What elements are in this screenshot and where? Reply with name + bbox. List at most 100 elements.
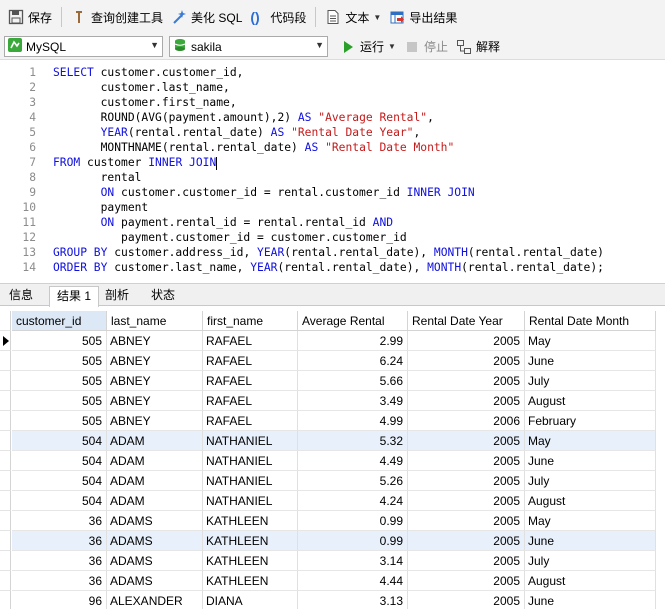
sql-editor[interactable]: 1 SELECT customer.customer_id, 2 customer.… bbox=[0, 60, 665, 282]
row-indicator[interactable] bbox=[0, 471, 11, 491]
col-average-rental-cell[interactable]: 5.66 bbox=[298, 371, 408, 391]
col-rental-date-year-cell[interactable]: 2005 bbox=[408, 451, 525, 471]
col-last-name-cell[interactable]: ADAMS bbox=[107, 531, 203, 551]
col-last-name-cell[interactable]: ABNEY bbox=[107, 391, 203, 411]
dropdown-caret-icon[interactable]: ▼ bbox=[388, 42, 396, 51]
query-builder-button[interactable]: 查询创建工具 bbox=[67, 5, 167, 29]
col-rental-date-year-cell[interactable]: 2005 bbox=[408, 491, 525, 511]
col-customer-id-cell[interactable]: 505 bbox=[12, 351, 107, 371]
col-first-name-cell[interactable]: RAFAEL bbox=[203, 351, 298, 371]
col-first-name-cell[interactable]: RAFAEL bbox=[203, 371, 298, 391]
col-rental-date-year-cell[interactable]: 2005 bbox=[408, 471, 525, 491]
col-rental-date-year-cell[interactable]: 2005 bbox=[408, 511, 525, 531]
col-rental-date-year-cell[interactable]: 2005 bbox=[408, 371, 525, 391]
col-first-name-cell[interactable]: DIANA bbox=[203, 591, 298, 609]
col-average-rental-cell[interactable]: 3.49 bbox=[298, 391, 408, 411]
col-average-rental-cell[interactable]: 3.13 bbox=[298, 591, 408, 609]
col-average-rental-cell[interactable]: 0.99 bbox=[298, 511, 408, 531]
col-last-name-cell[interactable]: ADAMS bbox=[107, 571, 203, 591]
stop-button[interactable]: 停止 bbox=[400, 35, 452, 59]
col-rental-date-month-cell[interactable]: May bbox=[525, 331, 656, 351]
save-button[interactable]: 保存 bbox=[4, 5, 56, 29]
row-indicator[interactable] bbox=[0, 431, 11, 451]
col-last-name-cell[interactable]: ABNEY bbox=[107, 331, 203, 351]
col-rental-date-month-cell[interactable]: June bbox=[525, 591, 656, 609]
col-rental-date-year-cell[interactable]: 2005 bbox=[408, 531, 525, 551]
code-snippet-button[interactable]: () 代码段 bbox=[246, 5, 310, 29]
col-rental-date-month-cell[interactable]: June bbox=[525, 531, 656, 551]
col-rental-date-month-cell[interactable]: May bbox=[525, 511, 656, 531]
row-indicator[interactable] bbox=[0, 331, 11, 351]
col-rental-date-month-cell[interactable]: July bbox=[525, 471, 656, 491]
col-rental-date-month-cell[interactable]: May bbox=[525, 431, 656, 451]
col-rental-date-month-cell[interactable]: August bbox=[525, 491, 656, 511]
connection-select[interactable]: MySQL ▼ bbox=[4, 36, 163, 57]
col-customer-id-cell[interactable]: 504 bbox=[12, 451, 107, 471]
dropdown-caret-icon[interactable]: ▼ bbox=[373, 13, 381, 22]
row-indicator[interactable] bbox=[0, 391, 11, 411]
col-customer-id-header[interactable]: customer_id bbox=[12, 311, 107, 331]
explain-button[interactable]: 解释 bbox=[452, 35, 504, 59]
col-first-name-header[interactable]: first_name bbox=[203, 311, 298, 331]
col-customer-id-cell[interactable]: 36 bbox=[12, 511, 107, 531]
row-indicator[interactable] bbox=[0, 411, 11, 431]
col-customer-id-cell[interactable]: 504 bbox=[12, 471, 107, 491]
col-last-name-cell[interactable]: ADAM bbox=[107, 471, 203, 491]
col-customer-id-cell[interactable]: 36 bbox=[12, 571, 107, 591]
col-rental-date-year-cell[interactable]: 2005 bbox=[408, 431, 525, 451]
col-rental-date-month-header[interactable]: Rental Date Month bbox=[525, 311, 656, 331]
beautify-sql-button[interactable]: 美化 SQL bbox=[167, 5, 246, 29]
col-rental-date-year-cell[interactable]: 2005 bbox=[408, 351, 525, 371]
col-customer-id-cell[interactable]: 505 bbox=[12, 391, 107, 411]
col-average-rental-cell[interactable]: 4.24 bbox=[298, 491, 408, 511]
col-average-rental-cell[interactable]: 4.49 bbox=[298, 451, 408, 471]
row-indicator[interactable] bbox=[0, 351, 11, 371]
col-last-name-cell[interactable]: ADAMS bbox=[107, 551, 203, 571]
col-first-name-cell[interactable]: KATHLEEN bbox=[203, 531, 298, 551]
col-rental-date-year-cell[interactable]: 2005 bbox=[408, 331, 525, 351]
col-average-rental-cell[interactable]: 5.32 bbox=[298, 431, 408, 451]
col-average-rental-cell[interactable]: 4.99 bbox=[298, 411, 408, 431]
col-rental-date-year-cell[interactable]: 2006 bbox=[408, 411, 525, 431]
row-indicator[interactable] bbox=[0, 451, 11, 471]
col-rental-date-month-cell[interactable]: August bbox=[525, 391, 656, 411]
col-rental-date-year-header[interactable]: Rental Date Year bbox=[408, 311, 525, 331]
col-last-name-header[interactable]: last_name bbox=[107, 311, 203, 331]
col-last-name-cell[interactable]: ADAMS bbox=[107, 511, 203, 531]
col-rental-date-year-cell[interactable]: 2005 bbox=[408, 391, 525, 411]
tab-result-1[interactable]: 结果 1 bbox=[49, 286, 100, 307]
col-first-name-cell[interactable]: NATHANIEL bbox=[203, 451, 298, 471]
col-rental-date-month-cell[interactable]: June bbox=[525, 451, 656, 471]
col-last-name-cell[interactable]: ADAM bbox=[107, 491, 203, 511]
col-average-rental-cell[interactable]: 5.26 bbox=[298, 471, 408, 491]
database-select[interactable]: sakila ▼ bbox=[169, 36, 328, 57]
col-customer-id-cell[interactable]: 504 bbox=[12, 431, 107, 451]
col-average-rental-cell[interactable]: 3.14 bbox=[298, 551, 408, 571]
col-last-name-cell[interactable]: ABNEY bbox=[107, 371, 203, 391]
col-customer-id-cell[interactable]: 96 bbox=[12, 591, 107, 609]
col-rental-date-month-cell[interactable]: August bbox=[525, 571, 656, 591]
col-rental-date-month-cell[interactable]: July bbox=[525, 371, 656, 391]
col-last-name-cell[interactable]: ADAM bbox=[107, 451, 203, 471]
col-last-name-cell[interactable]: ABNEY bbox=[107, 351, 203, 371]
col-rental-date-month-cell[interactable]: February bbox=[525, 411, 656, 431]
tab-info[interactable]: 信息 bbox=[2, 286, 40, 306]
col-first-name-cell[interactable]: KATHLEEN bbox=[203, 571, 298, 591]
row-indicator[interactable] bbox=[0, 371, 11, 391]
export-results-button[interactable]: 导出结果 bbox=[385, 5, 461, 29]
col-first-name-cell[interactable]: RAFAEL bbox=[203, 391, 298, 411]
col-first-name-cell[interactable]: NATHANIEL bbox=[203, 471, 298, 491]
col-rental-date-year-cell[interactable]: 2005 bbox=[408, 551, 525, 571]
col-customer-id-cell[interactable]: 505 bbox=[12, 371, 107, 391]
col-average-rental-cell[interactable]: 0.99 bbox=[298, 531, 408, 551]
col-customer-id-cell[interactable]: 504 bbox=[12, 491, 107, 511]
row-indicator[interactable] bbox=[0, 591, 11, 609]
col-customer-id-cell[interactable]: 505 bbox=[12, 331, 107, 351]
col-first-name-cell[interactable]: KATHLEEN bbox=[203, 551, 298, 571]
col-customer-id-cell[interactable]: 36 bbox=[12, 531, 107, 551]
col-customer-id-cell[interactable]: 505 bbox=[12, 411, 107, 431]
header-corner[interactable] bbox=[0, 311, 11, 331]
row-indicator[interactable] bbox=[0, 531, 11, 551]
col-rental-date-year-cell[interactable]: 2005 bbox=[408, 591, 525, 609]
result-grid[interactable]: customer_id last_name first_name Average Re… bbox=[0, 311, 665, 609]
